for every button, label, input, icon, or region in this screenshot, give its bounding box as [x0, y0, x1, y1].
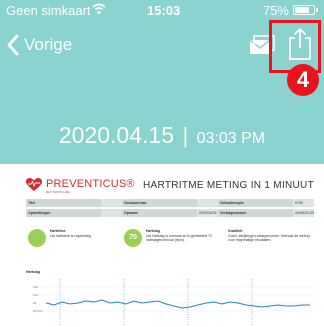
datetime-separator: |	[182, 123, 189, 148]
rhythm-status-indicator	[28, 229, 46, 247]
chart-y-label: 120	[33, 285, 38, 289]
carrier-label: Geen simkaart	[6, 3, 91, 18]
chevron-left-icon	[7, 34, 19, 56]
info-label: Opname	[122, 209, 197, 217]
measurement-datetime: 2020.04.15 | 03:03 PM	[0, 118, 324, 156]
step-number-badge: 4	[287, 64, 319, 96]
heart-rate-value: 70	[124, 229, 142, 247]
report-preview[interactable]: PREVENTICUS® RHYTHM IS LIFE HARTRITME ME…	[22, 174, 318, 327]
report-header: PREVENTICUS® RHYTHM IS LIFE HARTRITME ME…	[22, 174, 318, 200]
heart-rate-result: Hartslag Uw hartslag is normaal en is ge…	[146, 229, 224, 243]
back-button[interactable]: Vorige	[6, 31, 72, 59]
wifi-icon	[92, 3, 106, 15]
brand-logo-text: PREVENTICUS®	[46, 178, 135, 190]
quality-text: Goed. afwijkingen waargenomen. Herhaal d…	[228, 233, 310, 243]
measurement-time: 03:03 PM	[196, 130, 266, 147]
heart-rate-text: Uw hartslag is normaal en is gemiddeld 7…	[146, 233, 212, 243]
report-results: Hartritme Uw hartritme is regelmatig. 70…	[26, 223, 314, 253]
report-info-table: Titel Gestuurd aan Gebruikerspin 9765 Op…	[26, 199, 314, 219]
status-bar: Geen simkaart 15:03 75%	[0, 0, 324, 22]
chart-y-label: 80	[33, 301, 37, 305]
info-label: Gestuurd aan	[122, 199, 197, 207]
status-time: 15:03	[147, 3, 181, 18]
chart-y-label: 60 bpm	[33, 309, 44, 313]
back-label: Vorige	[24, 35, 73, 54]
table-row: Opmerkingen Opname 2020/04/15 15:03 Vers…	[26, 209, 314, 217]
report-title: HARTRITME METING IN 1 MINUUT	[143, 180, 314, 191]
info-label: Titel	[26, 199, 101, 207]
measurement-date: 2020.04.15	[58, 122, 174, 148]
rhythm-text: Uw hartritme is regelmatig.	[50, 233, 92, 238]
info-label: Opmerkingen	[26, 209, 101, 217]
quality-result: Kwaliteit Goed. afwijkingen waargenomen.…	[228, 229, 312, 243]
ecg-chart: 120 100 80 60 bpm	[32, 279, 316, 325]
info-label: Gebruikerspin	[218, 199, 293, 207]
battery-percentage: 75%	[262, 3, 289, 18]
info-value	[100, 199, 122, 207]
info-label: Verslagnummer	[218, 209, 293, 217]
info-value: 2020/04/15 15:03	[196, 209, 218, 217]
rhythm-result: Hartritme Uw hartritme is regelmatig.	[50, 229, 122, 238]
brand-tagline: RHYTHM IS LIFE	[46, 190, 70, 194]
chart-y-label: 100	[33, 293, 38, 297]
heart-logo-icon	[26, 178, 42, 191]
info-value	[196, 199, 218, 207]
info-value: 4009403-0002764	[292, 209, 314, 217]
info-value	[100, 209, 122, 217]
battery-icon	[293, 5, 318, 15]
table-row: Titel Gestuurd aan Gebruikerspin 9765	[26, 199, 314, 207]
info-value: 9765	[292, 199, 314, 207]
heart-rate-trace	[45, 299, 310, 309]
ecg-chart-title: Hartslag	[26, 270, 41, 274]
